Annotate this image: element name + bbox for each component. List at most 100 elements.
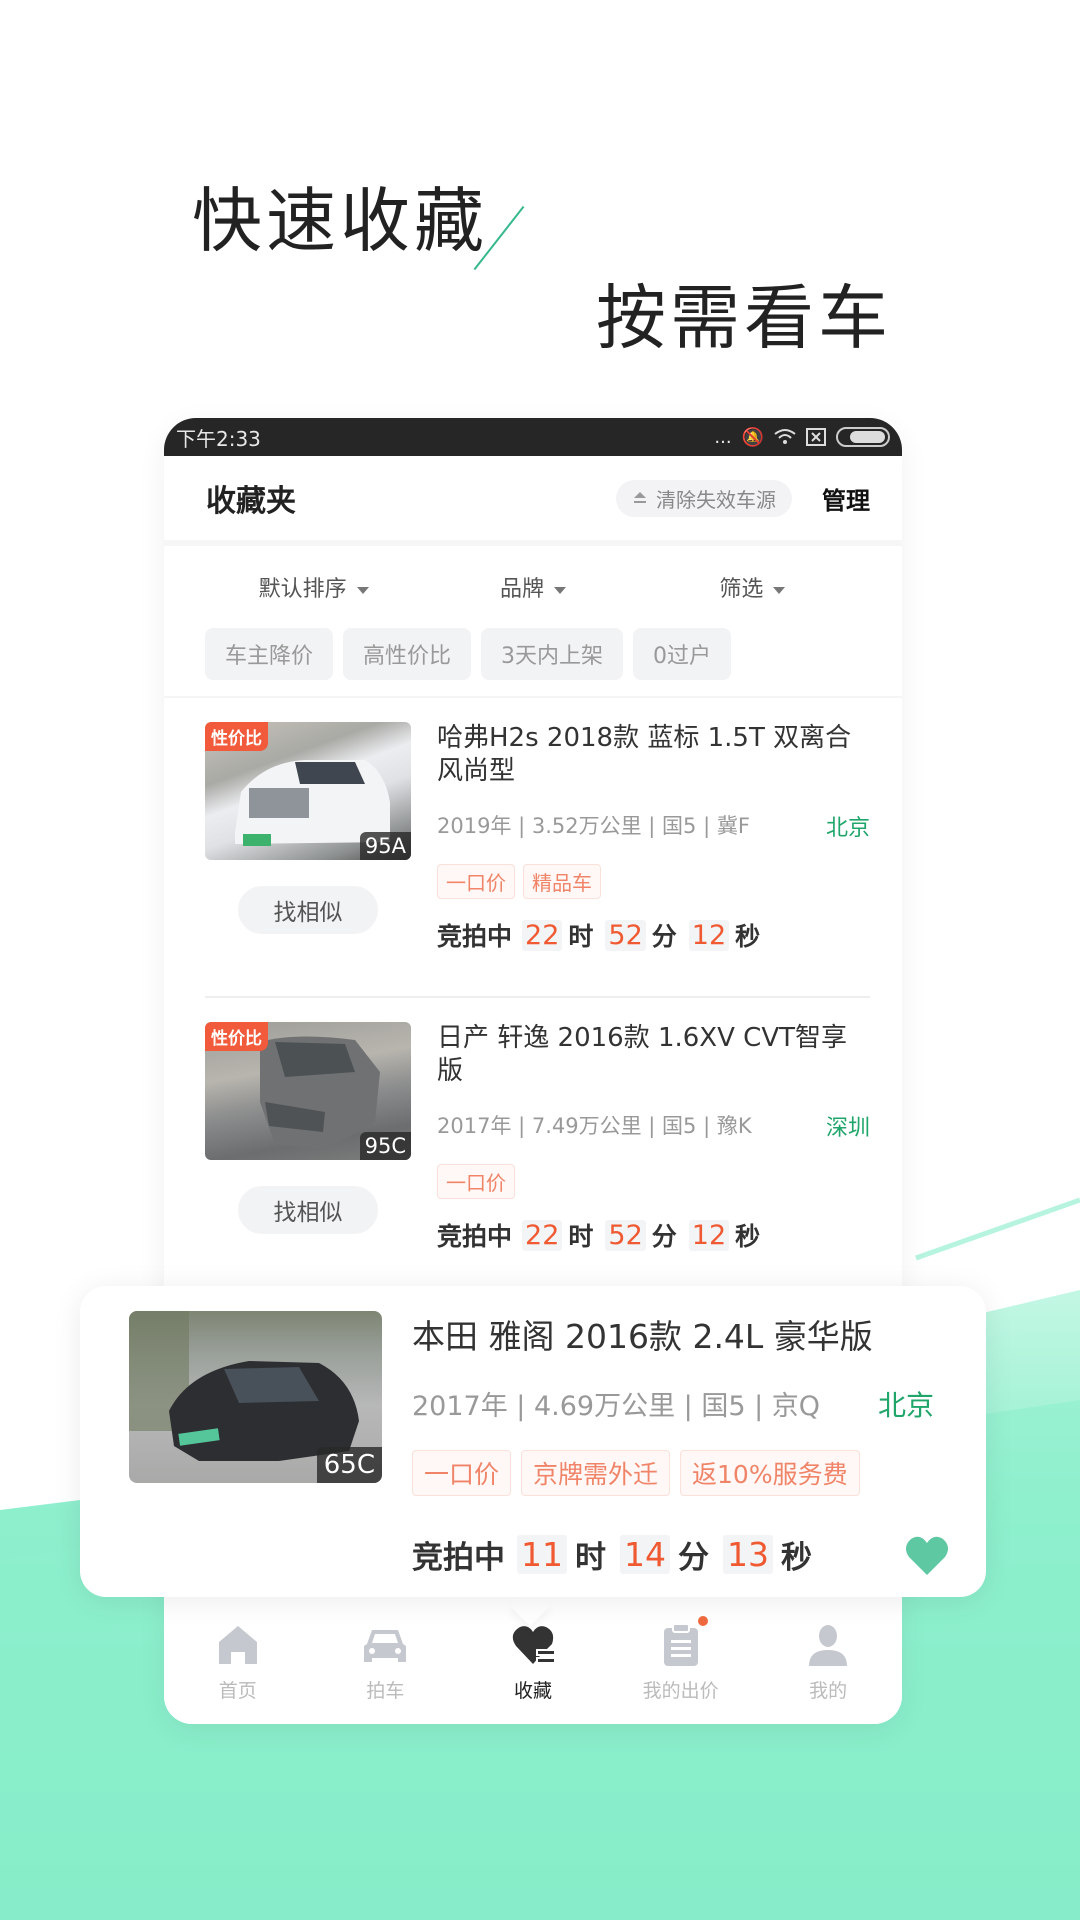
car-title[interactable]: 哈弗H2s 2018款 蓝标 1.5T 双离合风尚型 [437, 722, 870, 788]
tag-beijing-plate-transfer: 京牌需外迁 [521, 1450, 671, 1496]
tab-auction-cars-label: 拍车 [366, 1680, 405, 1702]
car-title[interactable]: 本田 雅阁 2016款 2.4L 豪华版 [412, 1316, 934, 1358]
car-photo[interactable]: 性价比 95C [205, 1022, 411, 1160]
tag-premium-car: 精品车 [523, 864, 601, 899]
sim-icon [806, 428, 826, 446]
tag-fixed-price: 一口价 [412, 1450, 512, 1496]
value-badge: 性价比 [205, 1022, 268, 1051]
favorites-list: 性价比 95A 找相似 哈弗H2s 2018款 蓝标 1.5T 双离合风尚型 2… [164, 698, 902, 1298]
condition-grade: 65C [316, 1447, 382, 1483]
brand-label: 品牌 [499, 577, 544, 602]
filter-dropdown[interactable]: 筛选 [643, 571, 862, 603]
tab-my-bids[interactable]: 我的出价 [607, 1616, 755, 1703]
caret-down-icon [554, 586, 566, 594]
battery-icon [836, 427, 890, 447]
countdown-seconds: 13 [723, 1535, 773, 1574]
more-dots-icon: ... [714, 426, 732, 448]
tab-home[interactable]: 首页 [164, 1622, 312, 1703]
tab-home-label: 首页 [218, 1680, 257, 1702]
hours-unit: 时 [568, 1222, 594, 1251]
hours-unit: 时 [575, 1540, 606, 1576]
car-meta: 2017年 | 7.49万公里 | 国5 | 豫K [437, 1114, 752, 1138]
auction-countdown: 竞拍中 22 时 52 分 12 秒 [437, 917, 870, 953]
tab-my-bids-label: 我的出价 [642, 1680, 719, 1702]
list-item[interactable]: 性价比 95A 找相似 哈弗H2s 2018款 蓝标 1.5T 双离合风尚型 2… [205, 698, 870, 998]
favorites-icon [512, 1626, 556, 1664]
seconds-unit: 秒 [781, 1540, 812, 1576]
value-badge: 性价比 [205, 722, 268, 751]
countdown-hours: 22 [522, 1219, 563, 1251]
tab-profile-label: 我的 [809, 1680, 848, 1702]
chip-owner-price-drop[interactable]: 车主降价 [205, 628, 334, 680]
tag-service-fee-refund: 返10%服务费 [680, 1450, 860, 1496]
tag-fixed-price: 一口价 [437, 1164, 515, 1199]
find-similar-button[interactable]: 找相似 [238, 1186, 378, 1234]
tab-favorites[interactable]: 收藏 [459, 1622, 607, 1703]
countdown-seconds: 12 [688, 919, 730, 951]
auction-status: 竞拍中 [412, 1540, 505, 1576]
notification-dot [698, 1616, 709, 1626]
status-time: 下午2:33 [176, 426, 261, 451]
car-meta: 2019年 | 3.52万公里 | 国5 | 冀F [437, 814, 750, 838]
auction-countdown: 竞拍中 22 时 52 分 12 秒 [437, 1217, 870, 1253]
chip-high-value[interactable]: 高性价比 [343, 628, 472, 680]
minutes-unit: 分 [651, 1222, 677, 1251]
car-meta: 2017年 | 4.69万公里 | 国5 | 京Q [412, 1391, 821, 1422]
heart-icon[interactable] [904, 1535, 950, 1577]
countdown-hours: 11 [517, 1535, 567, 1574]
sort-default-label: 默认排序 [258, 577, 347, 602]
mute-bell-icon: 🔕 [741, 426, 764, 448]
hours-unit: 时 [568, 922, 594, 951]
tab-profile[interactable]: 我的 [754, 1622, 902, 1703]
sort-bar: 默认排序 品牌 筛选 [164, 546, 902, 628]
seconds-unit: 秒 [735, 1222, 761, 1251]
bid-clipboard-icon [663, 1623, 698, 1666]
condition-grade: 95A [359, 832, 411, 860]
wifi-icon [774, 429, 796, 444]
clear-invalid-button[interactable]: 清除失效车源 [616, 479, 792, 517]
auction-countdown: 竞拍中 11 时 14 分 13 秒 [412, 1532, 934, 1577]
countdown-hours: 22 [522, 919, 563, 951]
tab-favorites-label: 收藏 [513, 1680, 552, 1702]
filter-chips: 车主降价 高性价比 3天内上架 0过户 [164, 628, 902, 698]
car-icon [364, 1630, 407, 1662]
caret-down-icon [356, 586, 369, 594]
home-icon [218, 1626, 257, 1664]
auction-status: 竞拍中 [437, 1222, 513, 1251]
chip-zero-transfer[interactable]: 0过户 [633, 628, 732, 680]
countdown-minutes: 52 [605, 1219, 646, 1251]
auction-status: 竞拍中 [437, 922, 513, 951]
condition-grade: 95C [359, 1132, 411, 1160]
car-photo[interactable]: 性价比 95A [205, 722, 411, 860]
caret-down-icon [773, 586, 786, 594]
tag-fixed-price: 一口价 [437, 864, 515, 899]
manage-button[interactable]: 管理 [822, 481, 870, 516]
headline-view-on-demand: 按需看车 [596, 277, 892, 359]
car-city: 北京 [825, 816, 870, 841]
car-title[interactable]: 日产 轩逸 2016款 1.6XV CVT智享版 [437, 1022, 870, 1088]
seconds-unit: 秒 [735, 922, 761, 951]
sort-default-dropdown[interactable]: 默认排序 [204, 571, 423, 603]
headline-quick-save: 快速收藏 [192, 180, 488, 262]
minutes-unit: 分 [678, 1540, 709, 1576]
status-bar: 下午2:33 ... 🔕 [164, 418, 902, 456]
countdown-seconds: 12 [688, 1219, 730, 1251]
minutes-unit: 分 [651, 922, 677, 951]
profile-icon [809, 1625, 848, 1666]
clear-invalid-label: 清除失效车源 [656, 487, 776, 512]
car-city: 深圳 [825, 1116, 870, 1141]
highlighted-listing-card[interactable]: 65C 本田 雅阁 2016款 2.4L 豪华版 2017年 | 4.69万公里… [80, 1286, 986, 1597]
app-bar: 收藏夹 清除失效车源 管理 [164, 456, 902, 546]
countdown-minutes: 14 [620, 1535, 670, 1574]
filter-label: 筛选 [719, 577, 764, 602]
chip-listed-3-days[interactable]: 3天内上架 [481, 628, 624, 680]
car-city: 北京 [877, 1389, 934, 1422]
eraser-icon [634, 492, 646, 503]
brand-dropdown[interactable]: 品牌 [423, 571, 642, 603]
countdown-minutes: 52 [605, 919, 646, 951]
list-item[interactable]: 性价比 95C 找相似 日产 轩逸 2016款 1.6XV CVT智享版 201… [205, 998, 870, 1298]
tab-auction-cars[interactable]: 拍车 [312, 1622, 460, 1703]
find-similar-button[interactable]: 找相似 [238, 886, 378, 934]
page-title: 收藏夹 [206, 484, 296, 519]
car-photo[interactable]: 65C [129, 1311, 382, 1483]
